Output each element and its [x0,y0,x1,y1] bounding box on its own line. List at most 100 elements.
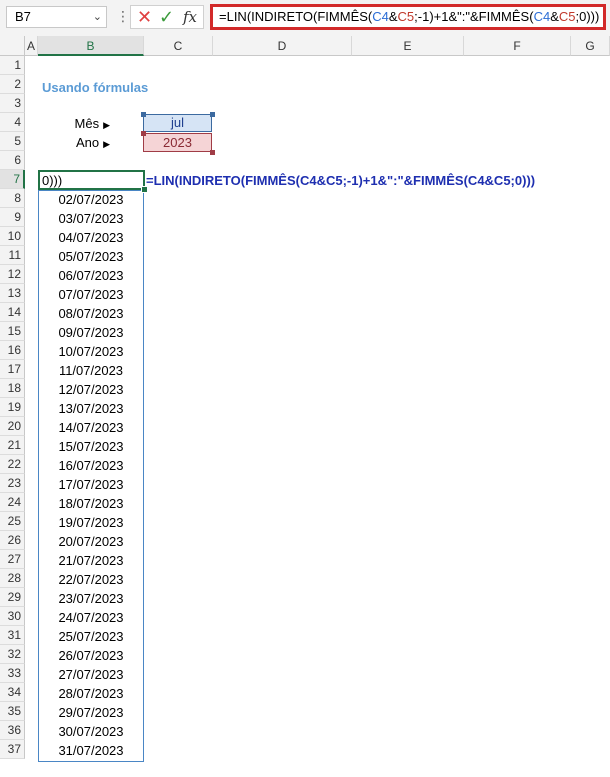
row-header[interactable]: 28 [0,569,25,588]
date-cell[interactable]: 12/07/2023 [38,380,144,399]
row-header[interactable]: 25 [0,512,25,531]
date-cell[interactable]: 19/07/2023 [38,513,144,532]
month-label: Mês ▶ [40,114,110,135]
row-header[interactable]: 18 [0,379,25,398]
dates-list: 02/07/2023 03/07/2023 04/07/2023 05/07/2023… [38,190,144,760]
date-cell[interactable]: 14/07/2023 [38,418,144,437]
worksheet-grid[interactable]: A B C D E F G 1 2 3 4 5 6 7 8 9 10 11 12 13 14 15 16 17 1… [0,36,610,777]
formula-part: =LIN(INDIRETO(FIMMÊS( [219,9,373,24]
column-header-d[interactable]: D [213,36,352,56]
formula-ref-c5: C5 [397,9,415,24]
date-cell[interactable]: 05/07/2023 [38,247,144,266]
range-handle[interactable] [141,131,146,136]
row-header[interactable]: 29 [0,588,25,607]
more-options-icon[interactable]: ⋮ [116,9,130,23]
row-header[interactable]: 20 [0,417,25,436]
row-header[interactable]: 7 [0,170,25,189]
row-header[interactable]: 12 [0,265,25,284]
date-cell[interactable]: 27/07/2023 [38,665,144,684]
date-cell[interactable]: 08/07/2023 [38,304,144,323]
date-cell[interactable]: 10/07/2023 [38,342,144,361]
month-input-cell[interactable]: jul [143,114,212,132]
date-cell[interactable]: 17/07/2023 [38,475,144,494]
formula-input[interactable]: =LIN(INDIRETO(FIMMÊS(C4&C5;-1)+1&":"&FIM… [210,4,606,30]
column-header-e[interactable]: E [352,36,464,56]
cancel-icon[interactable]: ✕ [137,7,152,27]
row-header[interactable]: 34 [0,683,25,702]
row-header[interactable]: 24 [0,493,25,512]
date-cell[interactable]: 09/07/2023 [38,323,144,342]
row-header[interactable]: 21 [0,436,25,455]
date-cell[interactable]: 29/07/2023 [38,703,144,722]
date-cell[interactable]: 03/07/2023 [38,209,144,228]
date-cell[interactable]: 18/07/2023 [38,494,144,513]
row-header[interactable]: 8 [0,189,25,208]
row-header[interactable]: 5 [0,132,25,151]
row-header[interactable]: 30 [0,607,25,626]
date-cell[interactable]: 07/07/2023 [38,285,144,304]
row-header[interactable]: 36 [0,721,25,740]
row-header[interactable]: 3 [0,94,25,113]
row-header[interactable]: 17 [0,360,25,379]
name-box[interactable]: B7 ⌄ [6,6,107,28]
check-icon[interactable]: ✓ [159,7,174,27]
range-handle[interactable] [210,112,215,117]
date-cell[interactable]: 20/07/2023 [38,532,144,551]
date-cell[interactable]: 26/07/2023 [38,646,144,665]
date-cell[interactable]: 24/07/2023 [38,608,144,627]
date-cell[interactable]: 06/07/2023 [38,266,144,285]
row-header[interactable]: 19 [0,398,25,417]
row-header[interactable]: 27 [0,550,25,569]
column-header-c[interactable]: C [144,36,213,56]
column-header-g[interactable]: G [571,36,610,56]
row-header[interactable]: 15 [0,322,25,341]
row-header[interactable]: 6 [0,151,25,170]
chevron-down-icon[interactable]: ⌄ [93,7,102,27]
date-cell[interactable]: 13/07/2023 [38,399,144,418]
row-header[interactable]: 32 [0,645,25,664]
date-cell[interactable]: 21/07/2023 [38,551,144,570]
row-header[interactable]: 33 [0,664,25,683]
row-header[interactable]: 11 [0,246,25,265]
formula-ref-c4: C4 [533,9,551,24]
row-header[interactable]: 4 [0,113,25,132]
row-header[interactable]: 16 [0,341,25,360]
row-header[interactable]: 23 [0,474,25,493]
date-cell[interactable]: 16/07/2023 [38,456,144,475]
formula-display-text: =LIN(INDIRETO(FIMMÊS(C4&C5;-1)+1&":"&FIM… [146,173,536,188]
year-input-cell[interactable]: 2023 [143,133,212,152]
row-header[interactable]: 9 [0,208,25,227]
date-cell[interactable]: 22/07/2023 [38,570,144,589]
date-cell[interactable]: 11/07/2023 [38,361,144,380]
row-header[interactable]: 31 [0,626,25,645]
row-header[interactable]: 14 [0,303,25,322]
row-header[interactable]: 1 [0,56,25,75]
column-header-f[interactable]: F [464,36,571,56]
row-header[interactable]: 22 [0,455,25,474]
range-handle[interactable] [141,112,146,117]
date-cell[interactable]: 25/07/2023 [38,627,144,646]
active-cell-text: 0))) [42,173,63,188]
row-header[interactable]: 13 [0,284,25,303]
date-cell[interactable]: 31/07/2023 [38,741,144,760]
range-handle[interactable] [210,150,215,155]
date-cell[interactable]: 28/07/2023 [38,684,144,703]
insert-function-icon[interactable]: fx [183,7,197,27]
row-header[interactable]: 2 [0,75,25,94]
date-cell[interactable]: 02/07/2023 [38,190,144,209]
date-cell[interactable]: 23/07/2023 [38,589,144,608]
column-header-a[interactable]: A [25,36,38,56]
row-header[interactable]: 35 [0,702,25,721]
row-header[interactable]: 10 [0,227,25,246]
formula-part: & [388,9,398,24]
row-header[interactable]: 37 [0,740,25,759]
year-label-text: Ano [75,135,100,150]
date-cell[interactable]: 30/07/2023 [38,722,144,741]
date-cell[interactable]: 15/07/2023 [38,437,144,456]
row-header[interactable]: 26 [0,531,25,550]
select-all-corner[interactable] [0,36,25,56]
column-header-b[interactable]: B [38,36,144,56]
month-label-text: Mês [74,116,100,131]
triangle-right-icon: ▶ [103,120,110,130]
date-cell[interactable]: 04/07/2023 [38,228,144,247]
